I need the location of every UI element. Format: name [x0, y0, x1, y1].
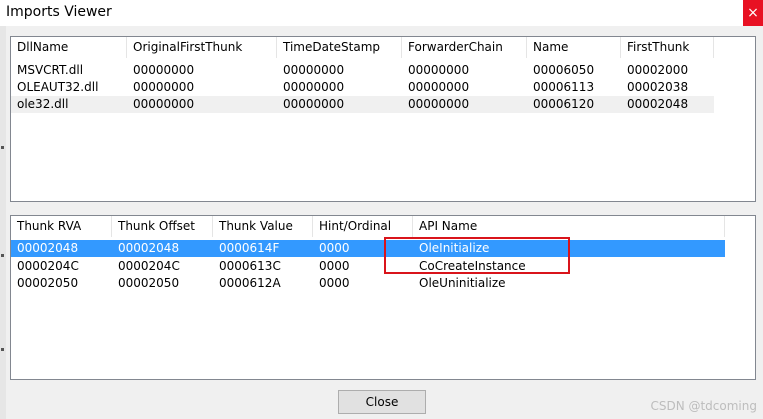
- dll-cell: 00000000: [408, 63, 470, 77]
- watermark: CSDN @tdcoming: [650, 399, 757, 413]
- table-row[interactable]: OLEAUT32.dll 00000000 00000000 00000000 …: [11, 79, 755, 96]
- window-title: Imports Viewer: [6, 4, 112, 20]
- thunk-cell: 00002048: [118, 241, 180, 255]
- dll-cell: 00002048: [627, 97, 689, 111]
- dll-col-firstthunk[interactable]: FirstThunk: [621, 37, 714, 58]
- dll-col-name[interactable]: Name: [527, 37, 621, 58]
- dll-col-forwarderchain[interactable]: ForwarderChain: [402, 37, 527, 58]
- dll-cell: 00000000: [133, 97, 195, 111]
- thunk-cell: 0000: [319, 259, 350, 273]
- thunk-cell: 0000614F: [219, 241, 280, 255]
- table-row-selected-inactive[interactable]: ole32.dll 00000000 00000000 00000000 000…: [11, 96, 714, 113]
- thunk-cell: 00002050: [118, 276, 180, 290]
- dll-col-originalfirstthunk[interactable]: OriginalFirstThunk: [127, 37, 277, 58]
- thunk-list[interactable]: Thunk RVA Thunk Offset Thunk Value Hint/…: [10, 215, 756, 380]
- dll-header-filler: [714, 37, 755, 58]
- thunk-cell: 00002048: [17, 241, 79, 255]
- thunk-cell: 0000613C: [219, 259, 281, 273]
- close-button[interactable]: Close: [338, 390, 426, 414]
- thunk-cell: OleInitialize: [419, 241, 490, 255]
- thunk-col-hint-ordinal[interactable]: Hint/Ordinal: [313, 216, 413, 237]
- dll-cell: 00002038: [627, 80, 689, 94]
- thunk-cell: 00002050: [17, 276, 79, 290]
- dll-cell: 00000000: [283, 63, 345, 77]
- thunk-cell: 0000: [319, 241, 350, 255]
- table-row[interactable]: 0000204C 0000204C 0000613C 0000 CoCreate…: [11, 258, 755, 275]
- thunk-col-value[interactable]: Thunk Value: [213, 216, 313, 237]
- dll-list[interactable]: DllName OriginalFirstThunk TimeDateStamp…: [10, 36, 756, 202]
- thunk-cell: 0000204C: [118, 259, 180, 273]
- thunk-col-api-name[interactable]: API Name: [413, 216, 725, 237]
- dll-list-header: DllName OriginalFirstThunk TimeDateStamp…: [11, 37, 755, 58]
- title-bar: Imports Viewer ×: [0, 0, 763, 26]
- window-close-icon[interactable]: ×: [743, 0, 763, 26]
- dll-cell: 00000000: [408, 97, 470, 111]
- thunk-cell: 0000: [319, 276, 350, 290]
- dll-col-timedatestamp[interactable]: TimeDateStamp: [277, 37, 402, 58]
- left-edge-strip: [0, 26, 6, 419]
- dll-cell: 00000000: [133, 63, 195, 77]
- table-row[interactable]: MSVCRT.dll 00000000 00000000 00000000 00…: [11, 62, 755, 79]
- dll-cell: 00000000: [283, 97, 345, 111]
- dll-cell: MSVCRT.dll: [17, 63, 84, 77]
- dll-cell: 00006113: [533, 80, 595, 94]
- thunk-col-rva[interactable]: Thunk RVA: [11, 216, 112, 237]
- dll-cell: OLEAUT32.dll: [17, 80, 99, 94]
- table-row-selected[interactable]: 00002048 00002048 0000614F 0000 OleIniti…: [11, 240, 725, 257]
- dll-cell: ole32.dll: [17, 97, 69, 111]
- dll-cell: 00000000: [133, 80, 195, 94]
- thunk-cell: OleUninitialize: [419, 276, 506, 290]
- thunk-list-header: Thunk RVA Thunk Offset Thunk Value Hint/…: [11, 216, 755, 237]
- dll-cell: 00000000: [283, 80, 345, 94]
- thunk-header-filler: [725, 216, 755, 237]
- dll-cell: 00002000: [627, 63, 689, 77]
- thunk-col-offset[interactable]: Thunk Offset: [112, 216, 213, 237]
- table-row[interactable]: 00002050 00002050 0000612A 0000 OleUnini…: [11, 275, 755, 292]
- thunk-cell: 0000204C: [17, 259, 79, 273]
- dll-cell: 00006050: [533, 63, 595, 77]
- dll-cell: 00006120: [533, 97, 595, 111]
- dll-col-dllname[interactable]: DllName: [11, 37, 127, 58]
- thunk-cell: CoCreateInstance: [419, 259, 526, 273]
- dll-cell: 00000000: [408, 80, 470, 94]
- thunk-cell: 0000612A: [219, 276, 281, 290]
